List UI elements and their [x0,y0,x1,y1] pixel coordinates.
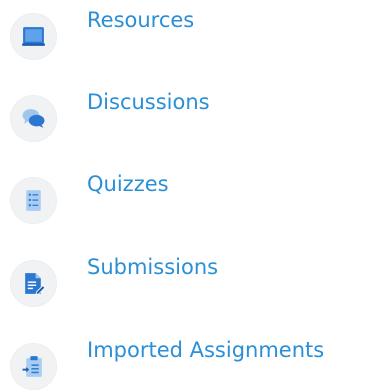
nav-label-discussions[interactable]: Discussions [87,89,210,115]
submissions-icon [10,260,57,307]
nav-label-quizzes[interactable]: Quizzes [87,171,169,197]
discussions-icon [10,95,57,142]
imported-assignments-icon [10,343,57,390]
nav-label-imported-assignments[interactable]: Imported Assignments [87,337,324,363]
resources-icon [10,13,57,60]
quizzes-icon [10,177,57,224]
nav-item-quizzes[interactable]: Quizzes [0,164,377,224]
nav-item-resources[interactable]: Resources [0,0,377,60]
nav-item-submissions[interactable]: Submissions [0,247,377,307]
nav-label-resources[interactable]: Resources [87,7,194,33]
nav-item-discussions[interactable]: Discussions [0,82,377,142]
nav-item-imported-assignments[interactable]: Imported Assignments [0,330,377,390]
nav-label-submissions[interactable]: Submissions [87,254,218,280]
nav-list: Resources Discussions Quizzes Submission… [0,0,377,392]
